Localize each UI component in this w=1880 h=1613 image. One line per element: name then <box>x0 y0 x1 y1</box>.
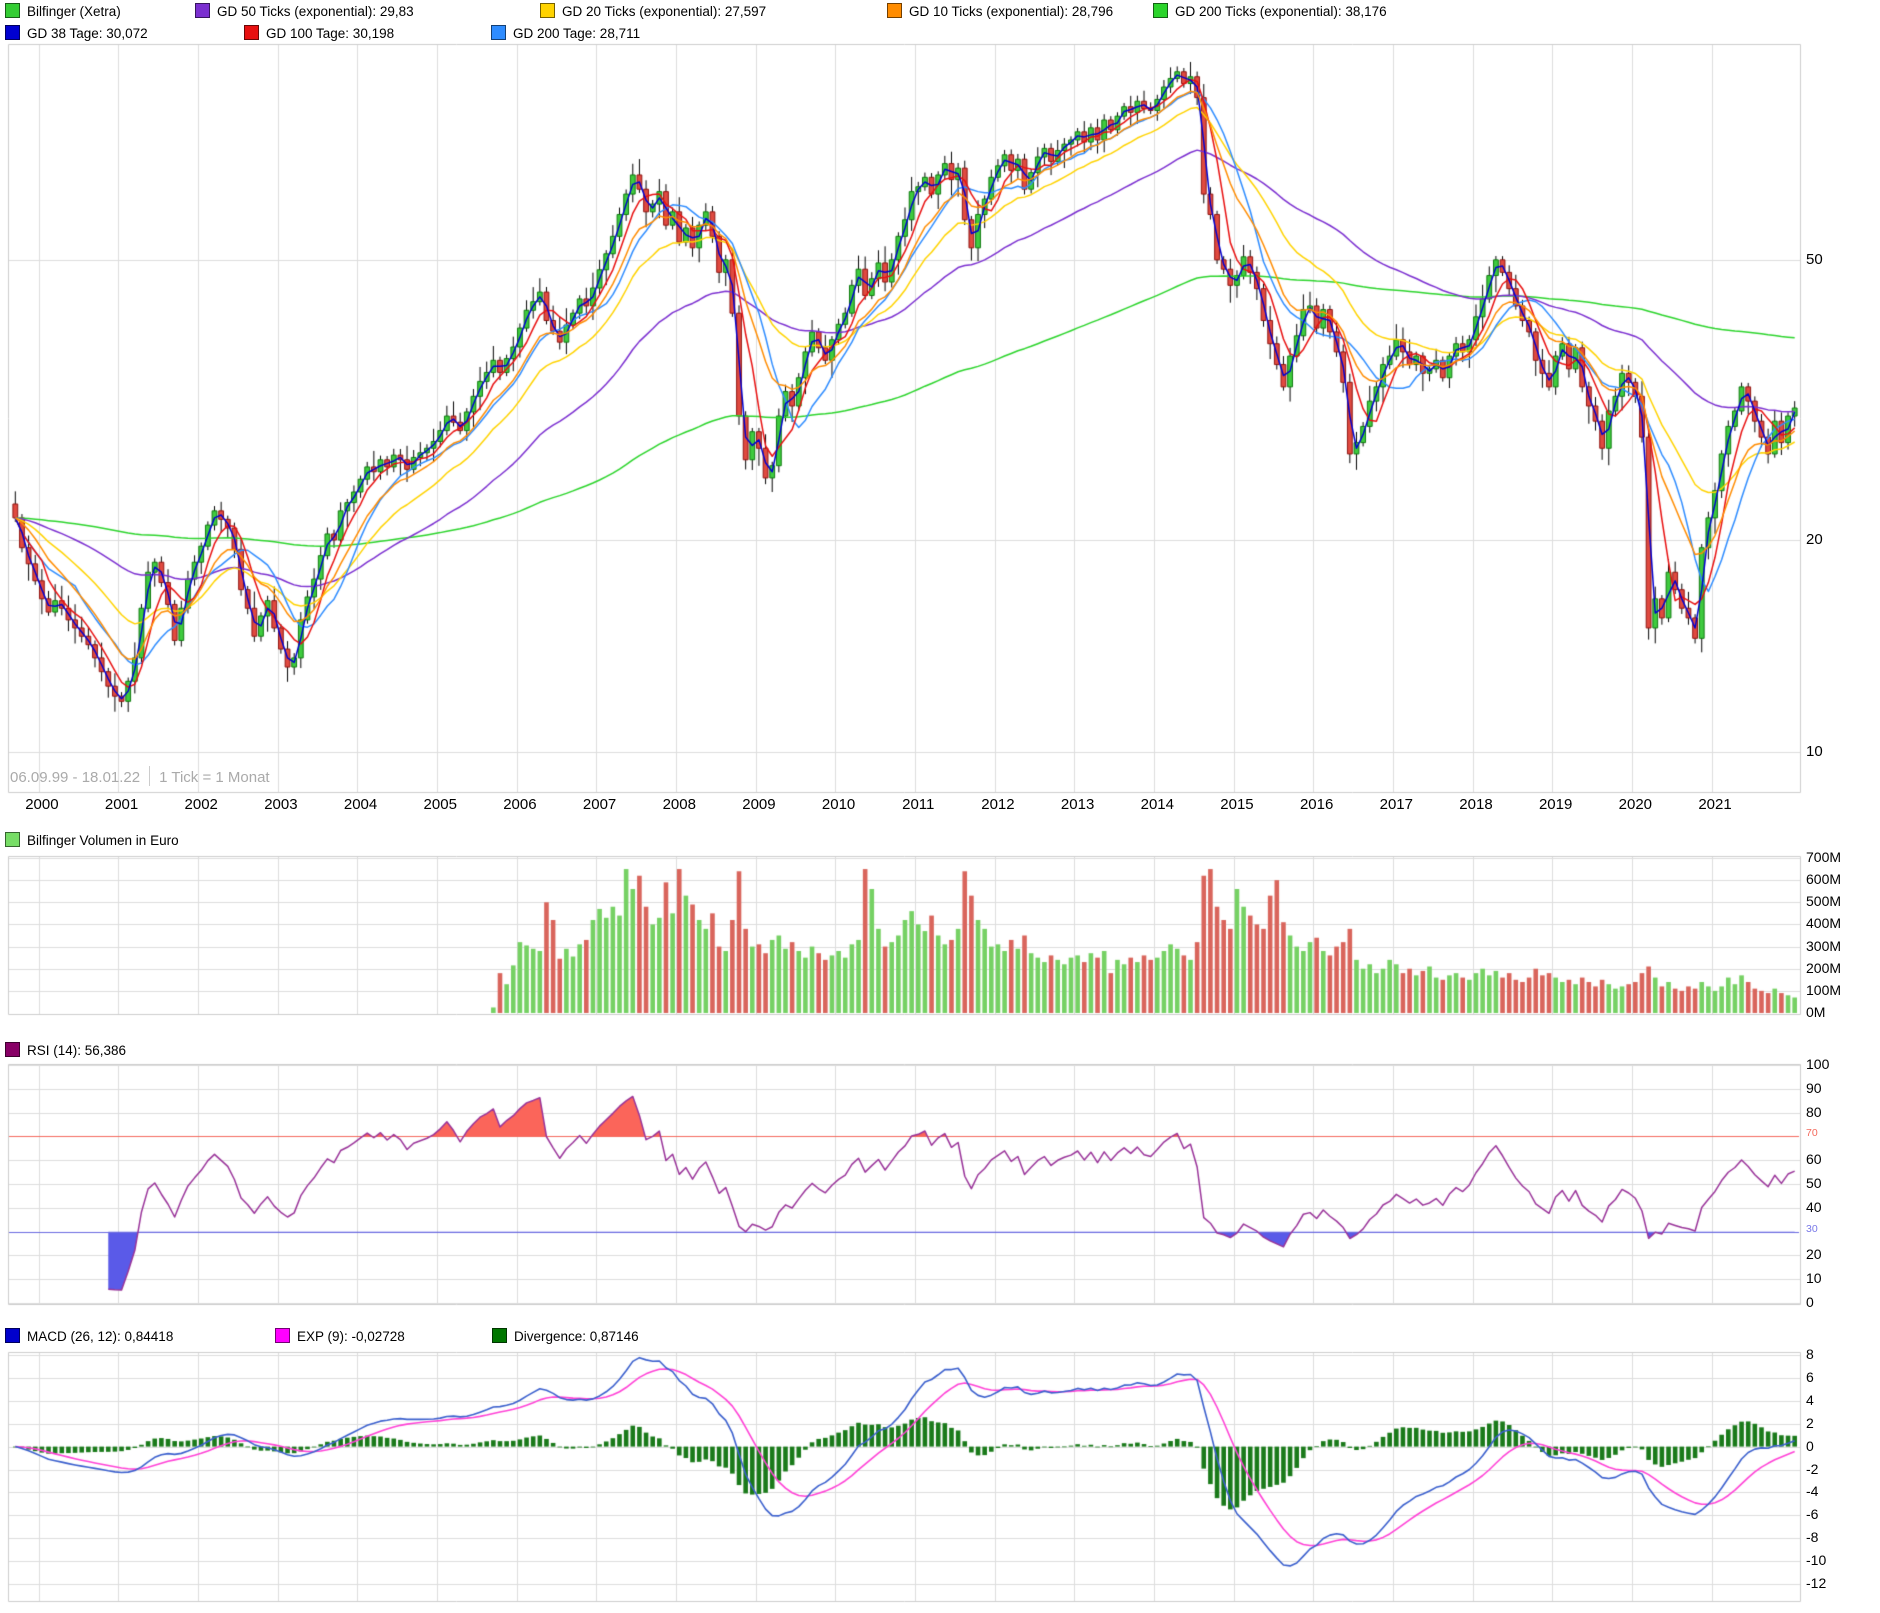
axis-tick-label: 50 <box>1806 1175 1822 1191</box>
axis-tick-label: -12 <box>1806 1575 1826 1591</box>
tick-interval-text: 1 Tick = 1 Monat <box>159 769 269 786</box>
legend-label: GD 100 Tage: 30,198 <box>266 26 394 41</box>
axis-tick-label: 0M <box>1806 1004 1825 1020</box>
legend-macd-exp: EXP (9): -0,02728 <box>275 1328 405 1346</box>
axis-tick-label: 70 <box>1806 1127 1818 1139</box>
axis-tick-label: 2 <box>1806 1415 1814 1431</box>
gd50-swatch-icon <box>195 3 210 18</box>
axis-tick-label: 100M <box>1806 982 1841 998</box>
axis-tick-label: 20 <box>1806 531 1823 548</box>
legend-label: Bilfinger (Xetra) <box>27 4 121 19</box>
axis-tick-label: 300M <box>1806 938 1841 954</box>
axis-tick-label: 8 <box>1806 1346 1814 1362</box>
year-label: 2014 <box>1131 796 1183 813</box>
axis-tick-label: 20 <box>1806 1246 1822 1262</box>
legend-label: GD 50 Ticks (exponential): 29,83 <box>217 4 414 19</box>
legend-label: GD 38 Tage: 30,072 <box>27 26 148 41</box>
axis-tick-label: 4 <box>1806 1392 1814 1408</box>
axis-tick-label: 30 <box>1806 1223 1818 1235</box>
axis-tick-label: -6 <box>1806 1506 1818 1522</box>
year-label: 2002 <box>175 796 227 813</box>
macd-swatch-icon <box>5 1328 20 1343</box>
legend-macd: MACD (26, 12): 0,84418 <box>5 1328 173 1346</box>
year-label: 2008 <box>653 796 705 813</box>
legend-gd200-tage: GD 200 Tage: 28,711 <box>491 25 640 43</box>
gd200-swatch-icon <box>1153 3 1168 18</box>
year-label: 2010 <box>813 796 865 813</box>
legend-label: RSI (14): 56,386 <box>27 1043 126 1058</box>
year-label: 2012 <box>972 796 1024 813</box>
legend-label: Divergence: 0,87146 <box>514 1329 639 1344</box>
legend-gd38-tage: GD 38 Tage: 30,072 <box>5 25 148 43</box>
axis-tick-label: -2 <box>1806 1461 1818 1477</box>
gd10-swatch-icon <box>887 3 902 18</box>
year-label: 2018 <box>1450 796 1502 813</box>
volume-swatch-icon <box>5 832 20 847</box>
axis-tick-label: 200M <box>1806 960 1841 976</box>
year-label: 2001 <box>96 796 148 813</box>
year-label: 2021 <box>1689 796 1741 813</box>
year-label: 2000 <box>16 796 68 813</box>
chart-footnote: 06.09.99 - 18.01.22 1 Tick = 1 Monat <box>10 766 270 786</box>
macd-exp-swatch-icon <box>275 1328 290 1343</box>
gd20-swatch-icon <box>540 3 555 18</box>
macd-divergence-swatch-icon <box>492 1328 507 1343</box>
legend-label: MACD (26, 12): 0,84418 <box>27 1329 173 1344</box>
axis-tick-label: -4 <box>1806 1483 1818 1499</box>
year-label: 2020 <box>1609 796 1661 813</box>
axis-tick-label: 6 <box>1806 1369 1814 1385</box>
bilfinger-swatch-icon <box>5 3 20 18</box>
axis-tick-label: -10 <box>1806 1552 1826 1568</box>
year-label: 2003 <box>255 796 307 813</box>
year-label: 2015 <box>1211 796 1263 813</box>
axis-tick-label: 500M <box>1806 893 1841 909</box>
year-label: 2006 <box>494 796 546 813</box>
legend-label: EXP (9): -0,02728 <box>297 1329 405 1344</box>
legend-gd50-ticks: GD 50 Ticks (exponential): 29,83 <box>195 3 414 21</box>
axis-tick-label: 400M <box>1806 915 1841 931</box>
date-range-text: 06.09.99 - 18.01.22 <box>10 769 140 786</box>
axis-tick-label: 40 <box>1806 1199 1822 1215</box>
stock-chart-page: Bilfinger (Xetra) GD 50 Ticks (exponenti… <box>0 0 1880 1613</box>
year-label: 2011 <box>892 796 944 813</box>
year-label: 2013 <box>1052 796 1104 813</box>
axis-tick-label: 600M <box>1806 871 1841 887</box>
year-label: 2009 <box>733 796 785 813</box>
legend-volume: Bilfinger Volumen in Euro <box>5 832 179 850</box>
axis-tick-label: 90 <box>1806 1080 1822 1096</box>
gd100-swatch-icon <box>244 25 259 40</box>
axis-tick-label: 80 <box>1806 1104 1822 1120</box>
axis-tick-label: 0 <box>1806 1438 1814 1454</box>
axis-tick-label: 0 <box>1806 1294 1814 1310</box>
year-label: 2004 <box>335 796 387 813</box>
axis-tick-label: 10 <box>1806 743 1823 760</box>
year-label: 2019 <box>1530 796 1582 813</box>
gd200tage-swatch-icon <box>491 25 506 40</box>
axis-tick-label: 50 <box>1806 251 1823 268</box>
legend-label: GD 200 Ticks (exponential): 38,176 <box>1175 4 1387 19</box>
axis-tick-label: 100 <box>1806 1056 1829 1072</box>
legend-label: GD 20 Ticks (exponential): 27,597 <box>562 4 766 19</box>
axis-tick-label: 60 <box>1806 1151 1822 1167</box>
footnote-divider <box>149 766 150 786</box>
axis-tick-label: 700M <box>1806 849 1841 865</box>
legend-gd10-ticks: GD 10 Ticks (exponential): 28,796 <box>887 3 1113 21</box>
year-label: 2017 <box>1370 796 1422 813</box>
axis-tick-label: -8 <box>1806 1529 1818 1545</box>
legend-label: GD 10 Ticks (exponential): 28,796 <box>909 4 1113 19</box>
year-label: 2007 <box>574 796 626 813</box>
legend-bilfinger: Bilfinger (Xetra) <box>5 3 121 21</box>
gd38-swatch-icon <box>5 25 20 40</box>
legend-rsi: RSI (14): 56,386 <box>5 1042 126 1060</box>
legend-gd20-ticks: GD 20 Ticks (exponential): 27,597 <box>540 3 766 21</box>
legend-label: GD 200 Tage: 28,711 <box>513 26 640 41</box>
axis-tick-label: 10 <box>1806 1270 1822 1286</box>
year-label: 2005 <box>414 796 466 813</box>
legend-label: Bilfinger Volumen in Euro <box>27 833 179 848</box>
rsi-swatch-icon <box>5 1042 20 1057</box>
legend-gd200-ticks: GD 200 Ticks (exponential): 38,176 <box>1153 3 1387 21</box>
legend-gd100-tage: GD 100 Tage: 30,198 <box>244 25 394 43</box>
year-label: 2016 <box>1291 796 1343 813</box>
legend-macd-divergence: Divergence: 0,87146 <box>492 1328 639 1346</box>
